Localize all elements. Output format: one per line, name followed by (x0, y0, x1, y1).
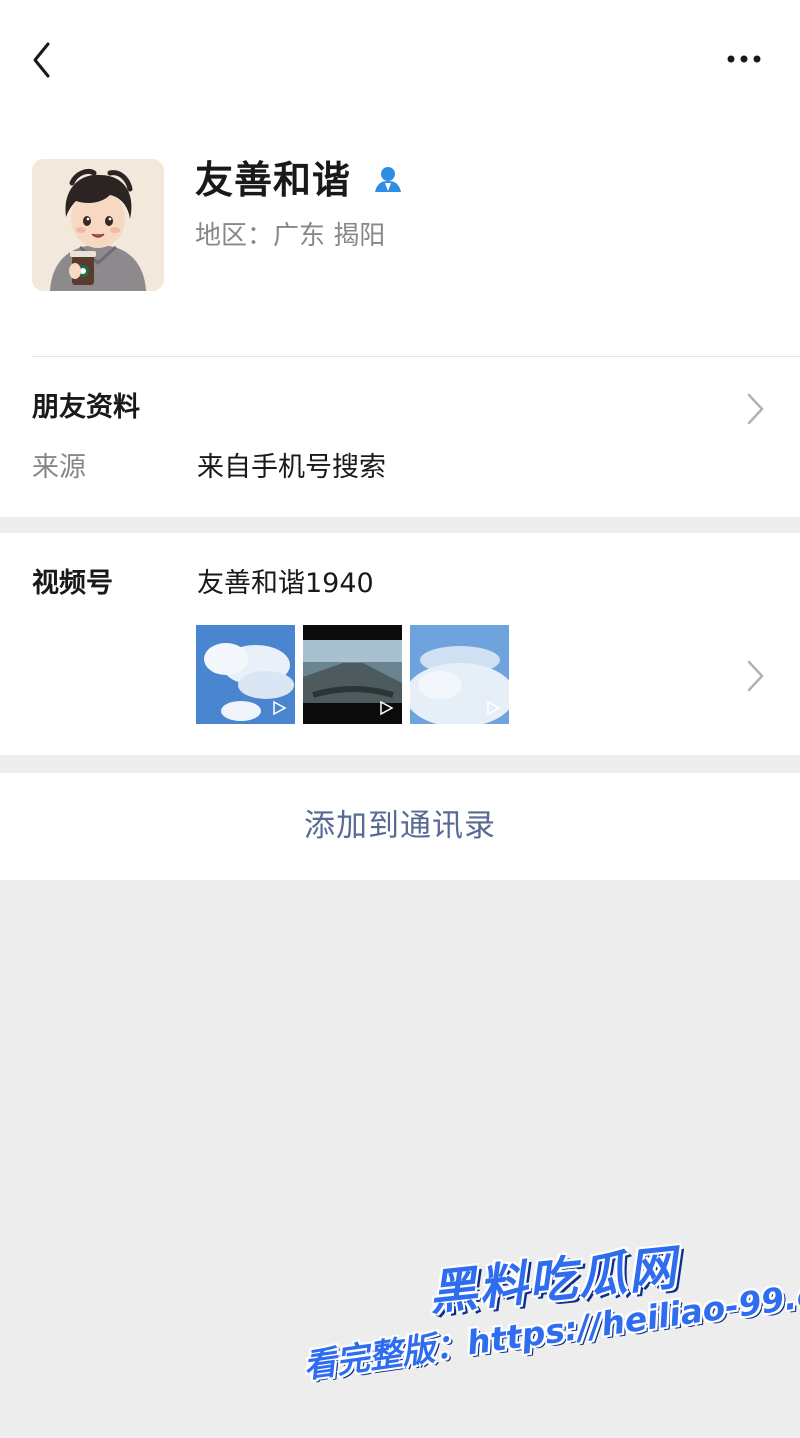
more-button[interactable] (718, 38, 772, 82)
chevron-right-icon (746, 659, 766, 693)
source-label: 来源 (32, 452, 86, 483)
add-to-contacts-label: 添加到通讯录 (304, 808, 496, 844)
chevron-right-icon[interactable] (746, 392, 766, 426)
divider (32, 356, 800, 357)
friend-info-title[interactable]: 朋友资料 (32, 389, 140, 427)
back-chevron-icon (33, 42, 50, 78)
add-to-contacts-button[interactable]: 添加到通讯录 (0, 773, 800, 880)
profile-section: 友善和谐 地区：广东 揭阳 朋友资料 来源 来自手机号搜索 (0, 0, 800, 517)
channels-row[interactable]: 视频号 友善和谐1940 (0, 533, 800, 755)
play-icon (380, 700, 394, 716)
channels-label: 视频号 (32, 568, 113, 599)
region-text: 地区：广东 揭阳 (195, 221, 386, 251)
avatar-image (32, 159, 164, 291)
avatar[interactable] (32, 159, 164, 291)
video-thumbnail[interactable] (196, 625, 295, 724)
channels-name: 友善和谐1940 (197, 568, 374, 599)
video-thumbnail[interactable] (303, 625, 402, 724)
source-value: 来自手机号搜索 (197, 452, 386, 483)
play-icon (487, 700, 501, 716)
nickname: 友善和谐 (195, 158, 352, 202)
video-thumbnail[interactable] (410, 625, 509, 724)
more-dots-icon (727, 55, 761, 63)
contact-person-icon (370, 164, 406, 196)
back-button[interactable] (22, 38, 66, 82)
play-icon (273, 700, 287, 716)
